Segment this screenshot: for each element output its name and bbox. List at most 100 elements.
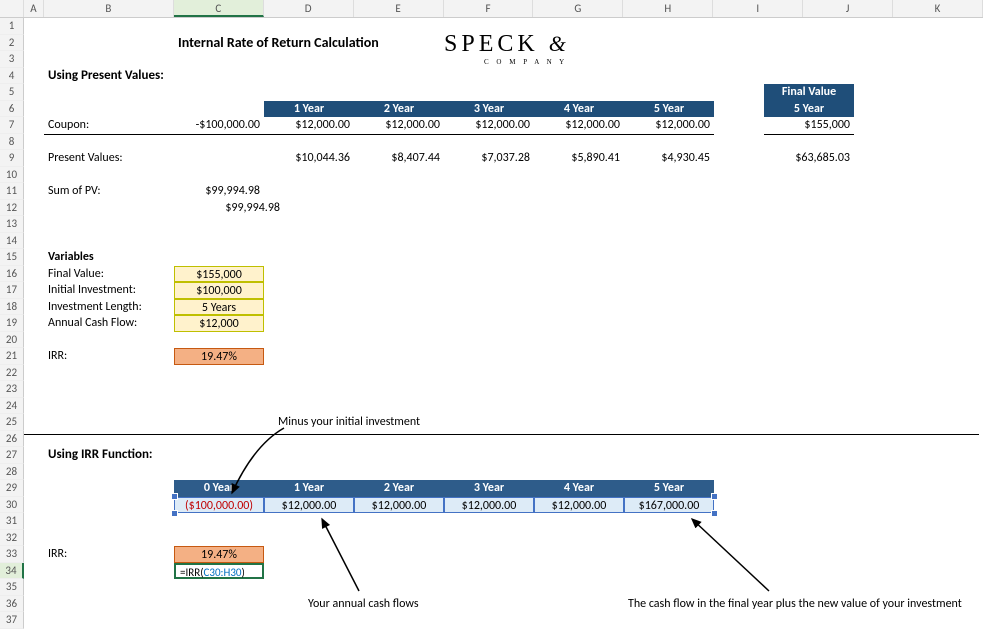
- formula-cell-active[interactable]: =IRR(C30:H30): [174, 563, 264, 580]
- row-header-5[interactable]: 5: [0, 84, 24, 101]
- row-header-26[interactable]: 26: [0, 431, 24, 448]
- selection-handle-br[interactable]: [711, 510, 718, 517]
- sheet-area[interactable]: Internal Rate of Return Calculation SPEC…: [24, 18, 983, 627]
- irr-val-1[interactable]: 19.47%: [174, 348, 264, 365]
- irr-flow-y0[interactable]: ($100,000.00): [174, 497, 264, 514]
- row-header-36[interactable]: 36: [0, 596, 24, 613]
- row-header-12[interactable]: 12: [0, 200, 24, 217]
- section-present-values: Using Present Values:: [44, 68, 168, 85]
- col-header-B[interactable]: B: [44, 0, 174, 17]
- sum-pv-label: Sum of PV:: [44, 183, 105, 200]
- row-header-15[interactable]: 15: [0, 249, 24, 266]
- row-header-14[interactable]: 14: [0, 233, 24, 250]
- col-header-G[interactable]: G: [533, 0, 623, 17]
- selection-handle-bl[interactable]: [171, 510, 178, 517]
- logo-amp-icon: &: [549, 31, 570, 56]
- col-header-F[interactable]: F: [444, 0, 534, 17]
- final-value-hdr1: Final Value: [764, 84, 854, 101]
- pv-y4[interactable]: $5,890.41: [534, 150, 624, 167]
- irr-flow-y2[interactable]: $12,000.00: [354, 497, 444, 514]
- irr-flow-y4[interactable]: $12,000.00: [534, 497, 624, 514]
- row-header-30[interactable]: 30: [0, 497, 24, 514]
- row-header-4[interactable]: 4: [0, 68, 24, 85]
- row-header-19[interactable]: 19: [0, 315, 24, 332]
- pv-hdr-y5: 5 Year: [624, 101, 714, 118]
- row-header-21[interactable]: 21: [0, 348, 24, 365]
- row-header-6[interactable]: 6: [0, 101, 24, 118]
- row-header-35[interactable]: 35: [0, 579, 24, 596]
- pv-y5[interactable]: $4,930.45: [624, 150, 714, 167]
- col-header-J[interactable]: J: [803, 0, 893, 17]
- selection-handle-tr[interactable]: [711, 493, 718, 500]
- coupon-label: Coupon:: [44, 117, 174, 135]
- row-header-25[interactable]: 25: [0, 414, 24, 431]
- col-header-A[interactable]: A: [24, 0, 44, 17]
- irr-flow-y1[interactable]: $12,000.00: [264, 497, 354, 514]
- row-header-27[interactable]: 27: [0, 447, 24, 464]
- sum-pv-1[interactable]: $99,994.98: [174, 183, 264, 200]
- row-header-2[interactable]: 2: [0, 35, 24, 52]
- row-header-11[interactable]: 11: [0, 183, 24, 200]
- annotation-initial: Minus your initial investment: [274, 414, 424, 431]
- var-final-val[interactable]: $155,000: [174, 266, 264, 283]
- col-header-E[interactable]: E: [354, 0, 444, 17]
- variables-heading: Variables: [44, 249, 98, 266]
- row-header-31[interactable]: 31: [0, 513, 24, 530]
- pv-final[interactable]: $63,685.03: [764, 150, 854, 167]
- col-header-D[interactable]: D: [264, 0, 354, 17]
- row-header-13[interactable]: 13: [0, 216, 24, 233]
- row-header-22[interactable]: 22: [0, 365, 24, 382]
- col-header-I[interactable]: I: [713, 0, 803, 17]
- col-header-C[interactable]: C: [174, 0, 264, 17]
- row-header-28[interactable]: 28: [0, 464, 24, 481]
- row-header-8[interactable]: 8: [0, 134, 24, 151]
- row-header-29[interactable]: 29: [0, 480, 24, 497]
- var-length-val[interactable]: 5 Years: [174, 299, 264, 316]
- row-headers: 1234567891011121314151617181920212223242…: [0, 18, 24, 629]
- row-header-9[interactable]: 9: [0, 150, 24, 167]
- irr-val-2[interactable]: 19.47%: [174, 546, 264, 563]
- irr-label-2: IRR:: [44, 546, 71, 563]
- pv-y2[interactable]: $8,407.44: [354, 150, 444, 167]
- coupon-y1[interactable]: $12,000.00: [264, 117, 354, 135]
- sum-pv-2[interactable]: $99,994.98: [194, 200, 284, 217]
- row-header-33[interactable]: 33: [0, 546, 24, 563]
- arrow-cashflows-icon: [314, 516, 384, 596]
- row-header-1[interactable]: 1: [0, 18, 24, 35]
- row-header-32[interactable]: 32: [0, 530, 24, 547]
- var-initial-val[interactable]: $100,000: [174, 282, 264, 299]
- row-header-16[interactable]: 16: [0, 266, 24, 283]
- row-header-18[interactable]: 18: [0, 299, 24, 316]
- row-header-23[interactable]: 23: [0, 381, 24, 398]
- coupon-y2[interactable]: $12,000.00: [354, 117, 444, 135]
- var-initial-label: Initial Investment:: [44, 282, 140, 299]
- formula-prefix: =IRR(: [180, 566, 204, 579]
- coupon-y4[interactable]: $12,000.00: [534, 117, 624, 135]
- annotation-finalflow: The cash flow in the final year plus the…: [624, 596, 966, 613]
- row-header-20[interactable]: 20: [0, 332, 24, 349]
- pv-hdr-y2: 2 Year: [354, 101, 444, 118]
- logo-text: SPECK &: [444, 31, 570, 58]
- irr-label-1: IRR:: [44, 348, 71, 365]
- row-header-3[interactable]: 3: [0, 51, 24, 68]
- row-header-34[interactable]: 34: [0, 563, 24, 580]
- coupon-y3[interactable]: $12,000.00: [444, 117, 534, 135]
- row-header-24[interactable]: 24: [0, 398, 24, 415]
- pv-y3[interactable]: $7,037.28: [444, 150, 534, 167]
- pv-y1[interactable]: $10,044.36: [264, 150, 354, 167]
- coupon-initial[interactable]: -$100,000.00: [174, 117, 264, 135]
- row-header-37[interactable]: 37: [0, 612, 24, 629]
- irr-flow-y5[interactable]: $167,000.00: [624, 497, 714, 514]
- selection-handle-tl[interactable]: [171, 493, 178, 500]
- irr-flow-y3[interactable]: $12,000.00: [444, 497, 534, 514]
- row-header-7[interactable]: 7: [0, 117, 24, 134]
- col-header-H[interactable]: H: [623, 0, 713, 17]
- row-header-17[interactable]: 17: [0, 282, 24, 299]
- var-cashflow-val[interactable]: $12,000: [174, 315, 264, 332]
- coupon-final[interactable]: $155,000: [764, 117, 854, 135]
- corner-cell[interactable]: [0, 0, 24, 17]
- coupon-y5[interactable]: $12,000.00: [624, 117, 714, 135]
- pv-label: Present Values:: [44, 150, 127, 167]
- col-header-K[interactable]: K: [893, 0, 983, 17]
- row-header-10[interactable]: 10: [0, 167, 24, 184]
